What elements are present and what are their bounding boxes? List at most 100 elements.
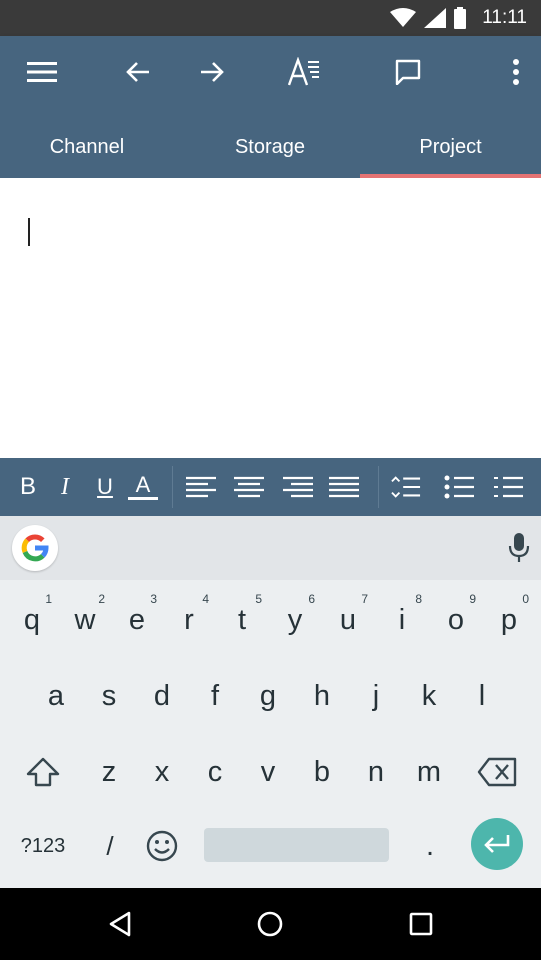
key-label: o [447, 603, 465, 636]
key-3[interactable]: v [244, 742, 292, 802]
key-3[interactable]: r4 [165, 590, 213, 650]
key-5[interactable]: h [298, 666, 346, 726]
undo-button[interactable] [120, 54, 156, 90]
tab-channel[interactable]: Channel [0, 116, 174, 178]
bold-icon: B [19, 473, 36, 500]
redo-button[interactable] [194, 54, 230, 90]
key-7[interactable]: i8 [378, 590, 426, 650]
google-button[interactable] [12, 525, 58, 571]
key-8[interactable]: o9 [432, 590, 480, 650]
align-left-icon [186, 476, 216, 498]
key-6[interactable]: j [352, 666, 400, 726]
key-2[interactable]: e3 [113, 590, 161, 650]
emoji-key[interactable] [138, 816, 186, 876]
align-center-icon [234, 476, 264, 498]
key-hint: 7 [361, 592, 368, 606]
align-center-button[interactable] [234, 472, 264, 502]
numbered-list-icon [494, 476, 523, 498]
comment-button[interactable] [390, 54, 426, 90]
recents-button[interactable] [403, 906, 439, 942]
home-circle-icon [257, 911, 283, 937]
tab-storage[interactable]: Storage [180, 116, 360, 178]
key-3[interactable]: f [191, 666, 239, 726]
menu-button[interactable] [24, 54, 60, 90]
microphone-icon[interactable] [507, 532, 531, 564]
key-hint: 3 [150, 592, 157, 606]
text-color-button[interactable]: A [128, 472, 158, 500]
italic-button[interactable]: I [50, 472, 80, 502]
app-bar: Channel Storage Project [0, 36, 541, 178]
formatting-toolbar: B I U A [0, 458, 541, 516]
line-spacing-button[interactable] [391, 472, 421, 502]
key-1[interactable]: w2 [61, 590, 109, 650]
navigation-bar [0, 888, 541, 960]
key-5[interactable]: y6 [271, 590, 319, 650]
key-6[interactable]: m [405, 742, 453, 802]
bullet-list-button[interactable] [444, 472, 474, 502]
home-button[interactable] [252, 906, 288, 942]
bold-button[interactable]: B [13, 472, 43, 502]
key-5[interactable]: n [352, 742, 400, 802]
key-0[interactable]: a [32, 666, 80, 726]
menu-icon [27, 62, 57, 82]
key-label: t [237, 603, 247, 636]
text-color-icon: A [135, 471, 151, 497]
key-label: w [74, 603, 96, 636]
key-2[interactable]: c [191, 742, 239, 802]
tab-project[interactable]: Project [360, 116, 541, 178]
key-hint: 6 [308, 592, 315, 606]
align-justify-button[interactable] [329, 472, 359, 502]
key-0[interactable]: q1 [8, 590, 56, 650]
divider [378, 466, 379, 508]
slash-key[interactable]: / [86, 816, 134, 876]
period-key[interactable]: . [406, 816, 454, 876]
numbered-list-button[interactable] [493, 472, 523, 502]
space-key[interactable] [204, 828, 389, 862]
recents-square-icon [409, 912, 433, 936]
key-6[interactable]: u7 [324, 590, 372, 650]
key-1[interactable]: s [85, 666, 133, 726]
text-cursor [28, 218, 30, 246]
key-9[interactable]: p0 [485, 590, 533, 650]
key-hint: 9 [469, 592, 476, 606]
align-right-button[interactable] [283, 472, 313, 502]
key-hint: 1 [45, 592, 52, 606]
key-4[interactable]: t5 [218, 590, 266, 650]
key-4[interactable]: b [298, 742, 346, 802]
key-7[interactable]: k [405, 666, 453, 726]
key-0[interactable]: z [85, 742, 133, 802]
line-spacing-icon [391, 476, 421, 498]
key-1[interactable]: x [138, 742, 186, 802]
text-editor[interactable] [0, 178, 541, 458]
shift-key[interactable] [19, 742, 67, 802]
arrow-right-icon [201, 62, 224, 82]
italic-icon: I [61, 473, 69, 500]
enter-key[interactable] [471, 818, 523, 870]
key-hint: 5 [255, 592, 262, 606]
text-format-button[interactable] [286, 54, 322, 90]
key-label: r [184, 603, 194, 636]
divider [172, 466, 173, 508]
status-time: 11:11 [482, 7, 527, 28]
symbols-key[interactable]: ?123 [12, 816, 74, 876]
back-button[interactable] [102, 906, 138, 942]
key-hint: 8 [415, 592, 422, 606]
status-icons: 11:11 [390, 7, 527, 29]
key-hint: 4 [202, 592, 209, 606]
emoji-icon [146, 830, 178, 862]
key-4[interactable]: g [244, 666, 292, 726]
signal-icon [424, 8, 447, 28]
key-label: u [339, 603, 357, 636]
battery-icon [454, 7, 467, 29]
more-options-button[interactable] [498, 54, 534, 90]
key-label: i [398, 603, 406, 636]
align-left-button[interactable] [186, 472, 216, 502]
backspace-key[interactable] [473, 742, 521, 802]
underline-button[interactable]: U [90, 472, 120, 502]
key-hint: 2 [98, 592, 105, 606]
key-2[interactable]: d [138, 666, 186, 726]
key-label: q [23, 603, 41, 636]
tab-bar: Channel Storage Project [0, 116, 541, 178]
backspace-icon [477, 757, 517, 787]
key-8[interactable]: l [458, 666, 506, 726]
